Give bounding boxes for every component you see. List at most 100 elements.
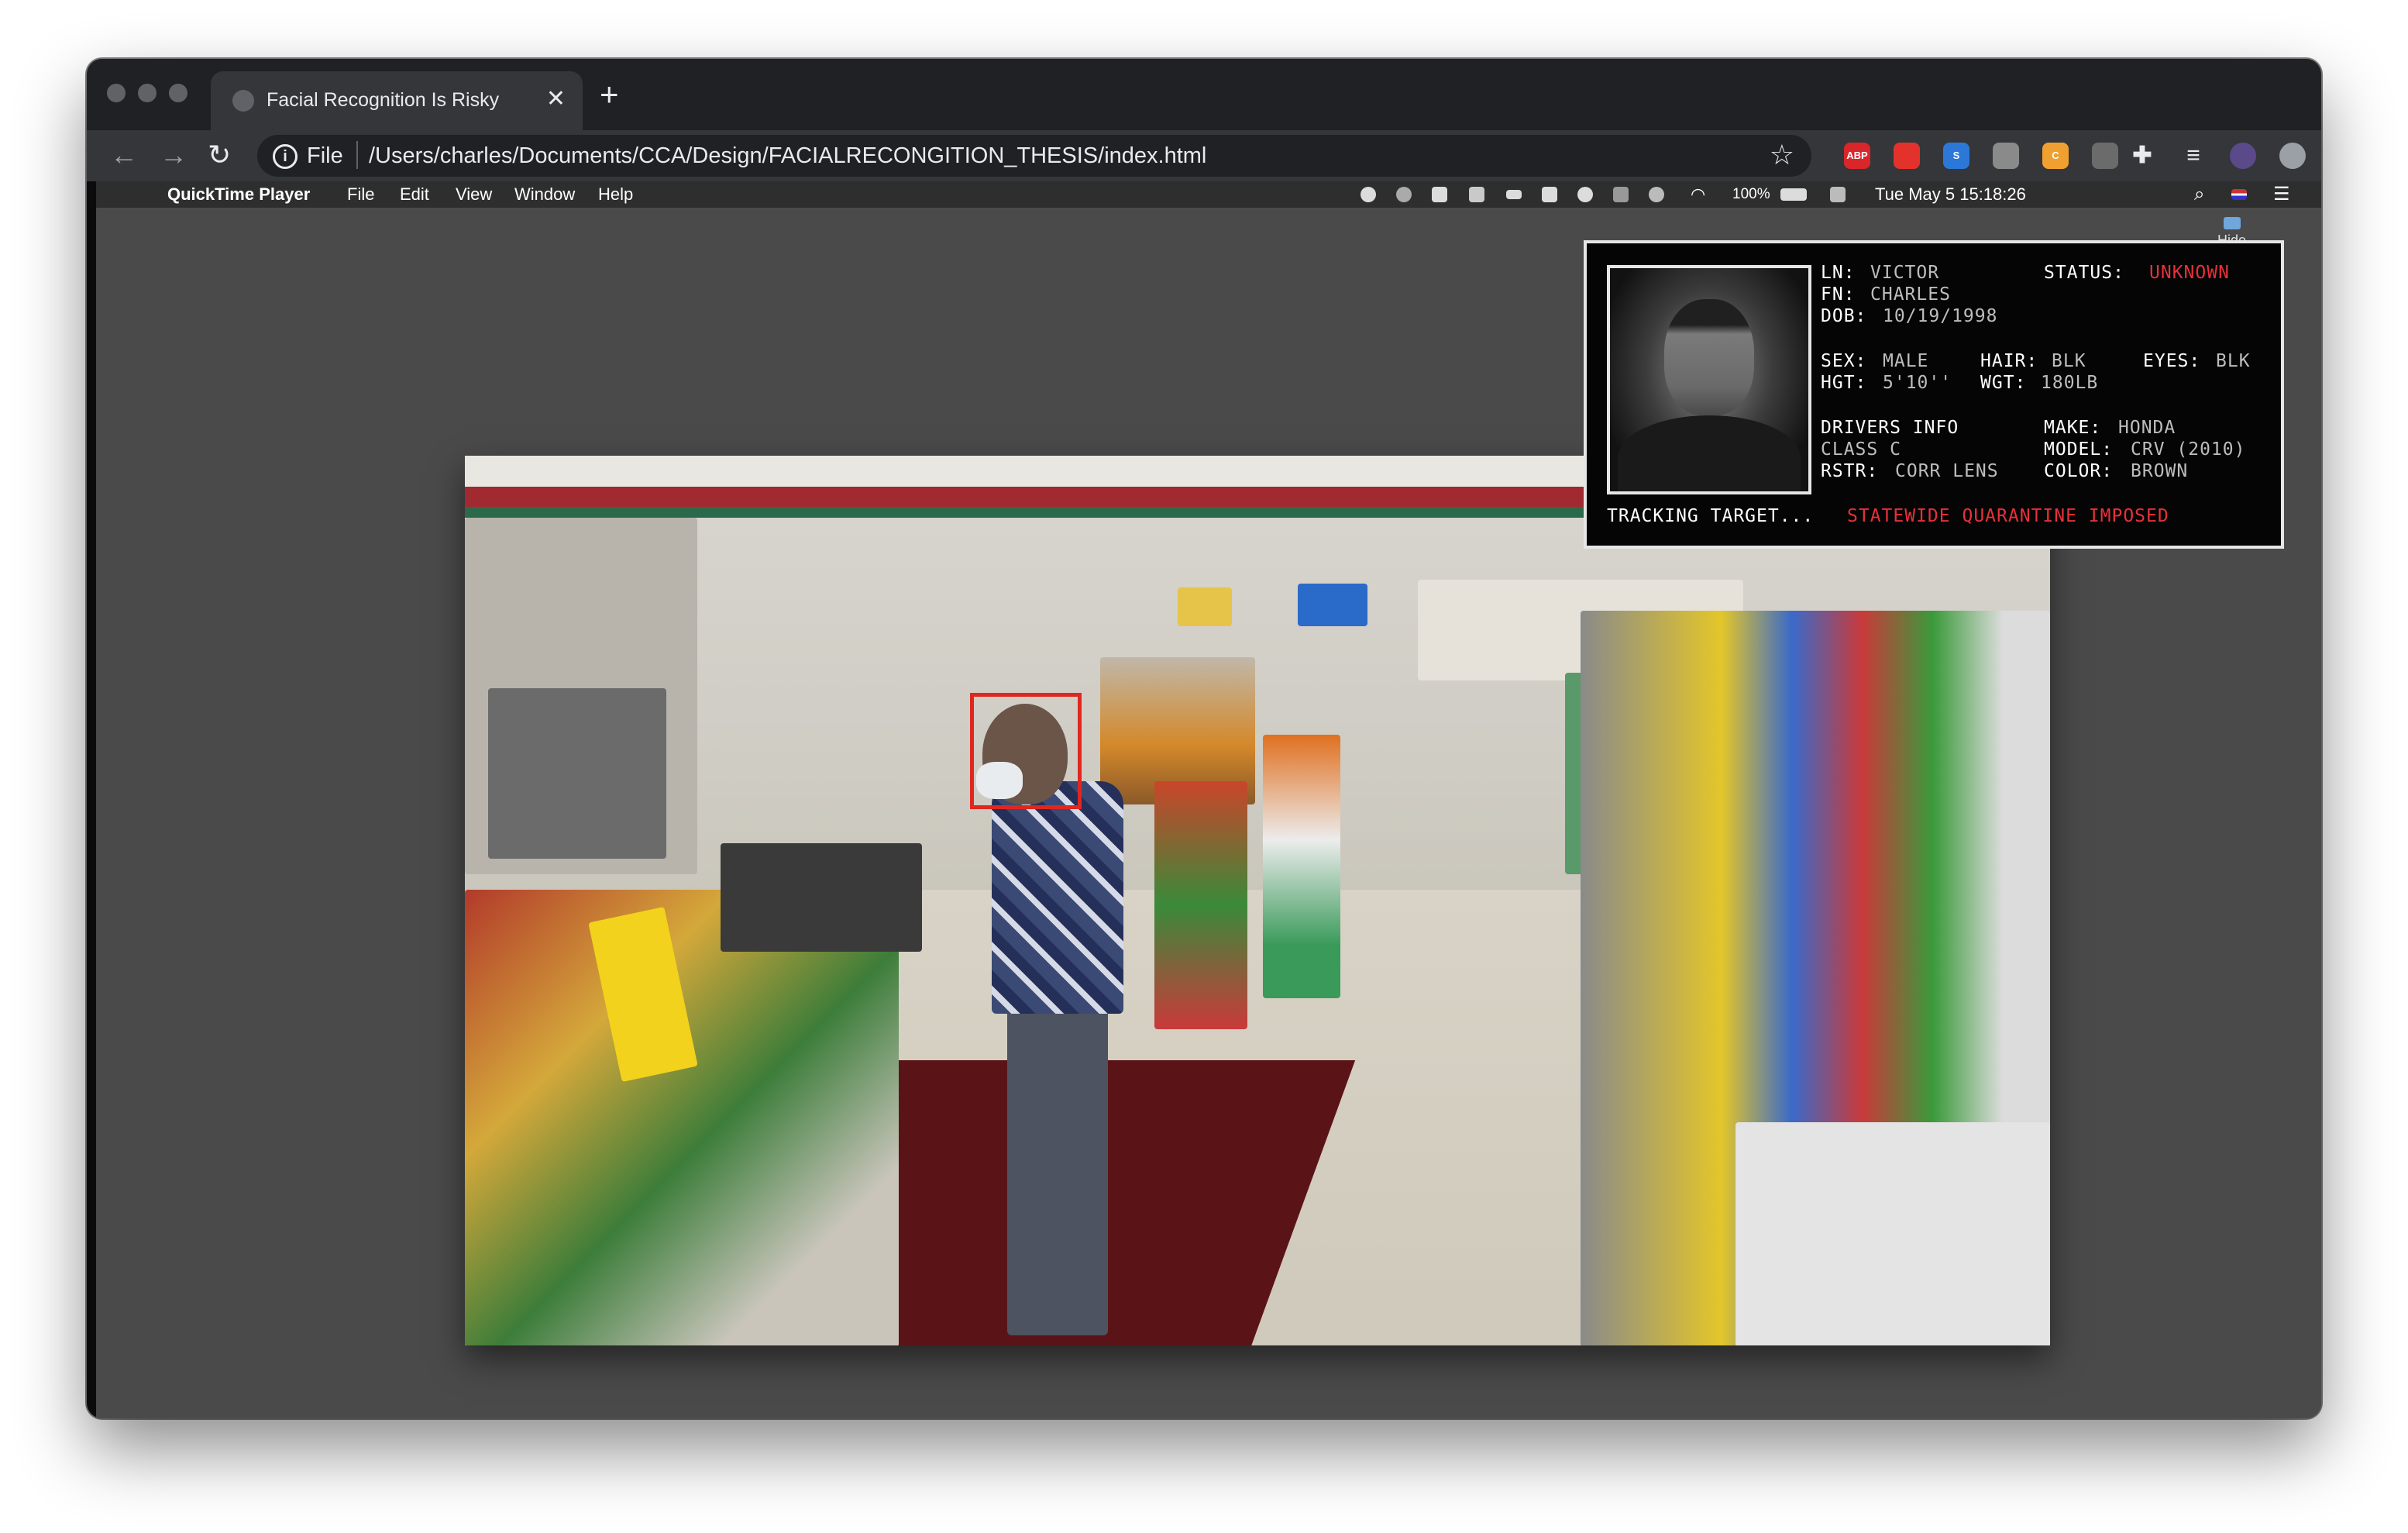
status-value: UNKNOWN (2149, 263, 2230, 283)
orange-c-extension-icon[interactable]: C (2042, 143, 2069, 169)
menu-help[interactable]: Help (598, 181, 633, 208)
face-detection-box (970, 693, 1082, 809)
photo-shoulders (1618, 415, 1801, 491)
toolbar: ← → ↻ i File /Users/charles/Documents/CC… (87, 130, 2321, 181)
url-path[interactable]: /Users/charles/Documents/CCA/Design/FACI… (369, 143, 1206, 169)
hair-value: BLK (2052, 351, 2086, 371)
globe-icon (232, 90, 254, 112)
rstr-label: RSTR: (1821, 461, 1879, 481)
dropbox-icon[interactable] (1432, 187, 1447, 202)
surveillance-video[interactable] (465, 456, 2050, 1345)
quarantine-alert: STATEWIDE QUARANTINE IMPOSED (1847, 506, 2169, 526)
eyes-value: BLK (2216, 351, 2251, 371)
car-extension-icon[interactable] (1993, 143, 2019, 169)
status-label: STATUS: (2044, 263, 2124, 283)
battery-percent: 100% (1732, 186, 1770, 202)
menu-edit[interactable]: Edit (400, 181, 429, 208)
window-edge (87, 181, 96, 1418)
back-button[interactable]: ← (110, 136, 138, 174)
reload-button[interactable]: ↻ (208, 136, 231, 174)
page-content: QuickTime Player File Edit View Window H… (87, 181, 2321, 1418)
menu-view[interactable]: View (456, 181, 492, 208)
creative-cloud-icon[interactable] (1469, 187, 1484, 202)
time-machine-icon[interactable] (1649, 187, 1664, 202)
new-tab-button[interactable]: + (600, 76, 619, 113)
register (721, 843, 922, 952)
person-shirt (992, 781, 1123, 1014)
wifi-icon[interactable]: ◠ (1691, 181, 1705, 208)
gray-extension-icon[interactable] (2092, 143, 2118, 169)
display-icon[interactable] (1506, 190, 1522, 199)
macos-menubar: QuickTime Player File Edit View Window H… (96, 181, 2321, 208)
id-dossier-panel: LN: VICTOR FN: CHARLES DOB: 10/19/1998 S… (1584, 240, 2284, 549)
reading-list-icon[interactable]: ≡ (2180, 143, 2207, 169)
bartender-icon[interactable] (1542, 187, 1557, 202)
model-label: MODEL: (2044, 439, 2114, 460)
record-icon[interactable] (1361, 187, 1376, 202)
clock[interactable]: Tue May 5 15:18:26 (1875, 181, 2026, 208)
update-icon[interactable] (2279, 143, 2306, 169)
drink-shelf (1154, 781, 1247, 1029)
color-value: BROWN (2131, 461, 2189, 481)
accessibility-icon[interactable] (1577, 187, 1593, 202)
ln-value: VICTOR (1870, 263, 1940, 283)
menu-app-name[interactable]: QuickTime Player (167, 181, 310, 208)
menu-file[interactable]: File (347, 181, 374, 208)
color-label: COLOR: (2044, 461, 2114, 481)
url-scheme: File (307, 143, 343, 168)
hair-label: HAIR: (1980, 351, 2038, 371)
menu-window[interactable]: Window (514, 181, 575, 208)
make-label: MAKE: (2044, 418, 2102, 438)
target-icon[interactable] (1396, 187, 1412, 202)
make-value: HONDA (2118, 418, 2176, 438)
bookmark-star-icon[interactable]: ☆ (1770, 140, 1794, 171)
ln-label: LN: (1821, 263, 1856, 283)
menu-screen-right (1298, 584, 1367, 626)
coffee-machine (488, 688, 666, 859)
snack-shelf (1263, 735, 1340, 998)
license-class: CLASS C (1821, 439, 1901, 460)
address-bar[interactable]: i File /Users/charles/Documents/CCA/Desi… (257, 135, 1811, 177)
suspect-photo (1607, 265, 1811, 494)
rstr-value: CORR LENS (1895, 461, 1999, 481)
spotlight-icon[interactable]: ⌕ (2194, 181, 2204, 208)
photo-face (1664, 299, 1754, 415)
red-extension-icon[interactable] (1894, 143, 1920, 169)
bluetooth-icon[interactable] (1613, 187, 1629, 202)
tab-active[interactable]: Facial Recognition Is Risky ✕ (211, 71, 583, 130)
wgt-label: WGT: (1980, 373, 2027, 393)
close-window-button[interactable] (107, 84, 126, 102)
eyes-label: EYES: (2143, 351, 2201, 371)
dob-value: 10/19/1998 (1883, 306, 1998, 326)
fn-value: CHARLES (1870, 284, 1951, 305)
folder-icon (2223, 217, 2241, 229)
zoom-window-button[interactable] (169, 84, 187, 102)
freezer (1735, 1122, 2050, 1345)
avatar[interactable] (2230, 143, 2256, 169)
model-value: CRV (2010) (2131, 439, 2246, 460)
forward-button[interactable]: → (160, 136, 187, 174)
menu-screen-left (1178, 587, 1232, 626)
info-icon[interactable]: i (273, 144, 298, 169)
adblock-icon[interactable]: ABP (1844, 143, 1870, 169)
hgt-value: 5'10'' (1883, 373, 1952, 393)
flag-icon[interactable] (2231, 189, 2247, 200)
puzzle-extensions-icon[interactable]: ✚ (2129, 143, 2155, 169)
blue-s-extension-icon[interactable]: S (1943, 143, 1969, 169)
drivers-info-label: DRIVERS INFO (1821, 418, 1959, 438)
url-separator (356, 141, 358, 169)
minimize-window-button[interactable] (138, 84, 157, 102)
notification-center-icon[interactable]: ☰ (2273, 181, 2290, 208)
sex-value: MALE (1883, 351, 1929, 371)
sex-label: SEX: (1821, 351, 1867, 371)
counter-displays (465, 890, 899, 1345)
battery-icon[interactable] (1780, 188, 1807, 201)
wgt-value: 180LB (2041, 373, 2099, 393)
tab-strip: Facial Recognition Is Risky ✕ + (87, 59, 2321, 130)
dob-label: DOB: (1821, 306, 1867, 326)
close-tab-icon[interactable]: ✕ (546, 85, 566, 113)
airplay-icon[interactable] (1830, 187, 1846, 202)
fn-label: FN: (1821, 284, 1856, 305)
tab-title: Facial Recognition Is Risky (267, 89, 500, 111)
hgt-label: HGT: (1821, 373, 1867, 393)
